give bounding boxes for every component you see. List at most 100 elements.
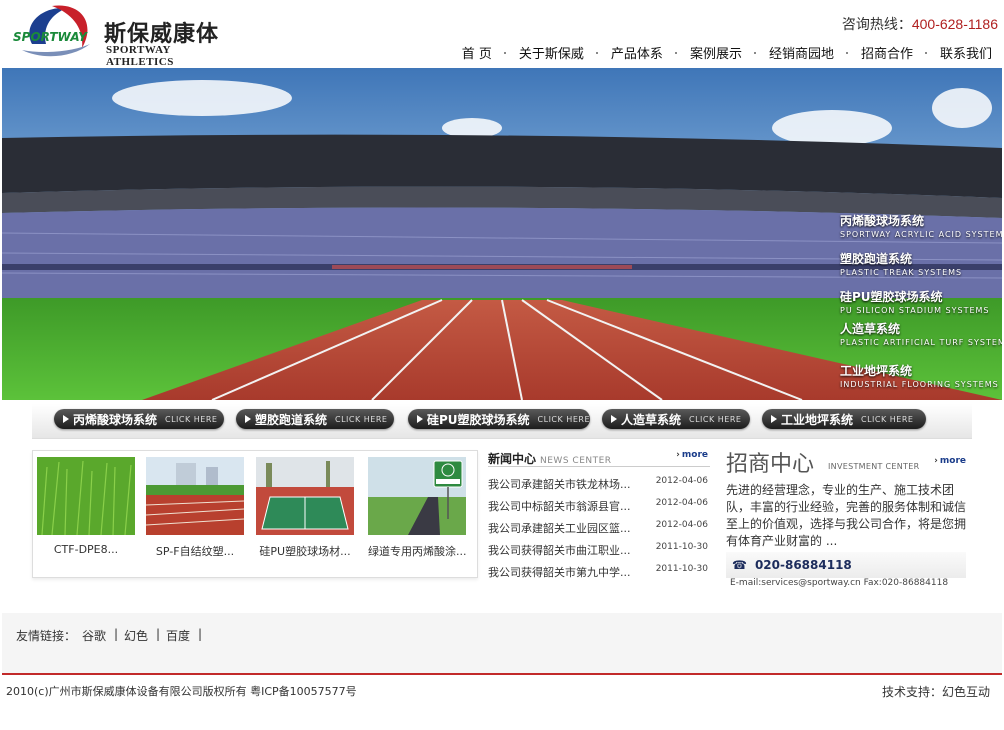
invest-title: 招商中心 [726,452,815,477]
banner-item-en: PU SILICON STADIUM SYSTEMS [840,306,990,315]
news-item-date: 2012-04-06 [655,476,708,486]
pill-pu-button[interactable]: 硅PU塑胶球场系统 CLICK HERE [408,409,590,429]
news-title-cn: 新闻中心 [488,452,537,466]
banner-item-cn: 丙烯酸球场系统 [840,214,925,228]
nav-separator [924,51,928,54]
news-item-date: 2012-04-06 [655,498,708,508]
court-thumbnail [256,457,354,535]
nav-separator [753,51,757,54]
banner-item-en: PLASTIC TREAK SYSTEMS [840,268,963,277]
friendly-links: 友情链接： 谷歌 | 幻色 | 百度 | [2,613,1002,673]
copyright-text: 2010(c)广州市斯保威康体设备有限公司版权所有 粤ICP备10057577号 [6,685,357,698]
banner-item-flooring[interactable]: 工业地坪系统 INDUSTRIAL FLOORING SYSTEMS [840,362,999,389]
product-caption: SP-F自结纹塑... [155,545,235,558]
nav-about[interactable]: 关于斯保威 [519,43,584,62]
invest-description: 先进的经营理念，专业的生产、施工技术团队，丰富的行业经验，完善的服务体制和诚信至… [726,483,967,548]
banner-item-turf[interactable]: 人造草系统 PLASTIC ARTIFICIAL TURF SYSTEMS [840,320,1002,347]
pill-label: 硅PU塑胶球场系统 [427,412,530,427]
product-item[interactable]: SP-F自结纹塑... [146,457,244,559]
banner-item-en: INDUSTRIAL FLOORING SYSTEMS [840,380,999,389]
hotline: 咨询热线：400-628-1186 [842,14,998,34]
footer-divider [2,673,1002,675]
investment-center: 招商中心 INVESTMENT CENTER more 先进的经营理念，专业的生… [724,444,968,594]
nav-separator [595,51,599,54]
nav-separator [674,51,678,54]
product-caption: 绿道专用丙烯酸涂... [368,545,467,558]
logo-swoosh-icon: SPORTWAY [13,5,90,57]
hotline-label: 咨询热线： [841,17,912,33]
news-title-en: NEWS CENTER [540,456,612,466]
news-item-title: 我公司中标韶关市翁源县官... [488,500,631,513]
pill-label: 工业地坪系统 [781,412,854,427]
click-here-label: CLICK HERE [537,414,590,424]
banner-item-acrylic[interactable]: 丙烯酸球场系统 SPORTWAY ACRYLIC ACID SYSTEMS [840,212,1002,239]
site-header: SPORTWAY 斯保威康体 SPORTWAY ATHLETICS 咨询热线：4… [0,0,1004,68]
arrow-right-icon [245,415,251,423]
invest-phone-number: 020-86884118 [754,558,852,572]
link-baidu[interactable]: 百度 [166,627,190,644]
pill-turf-button[interactable]: 人造草系统 CLICK HERE [602,409,750,429]
pill-track-button[interactable]: 塑胶跑道系统 CLICK HERE [236,409,394,429]
greenway-thumbnail [368,457,466,535]
pill-acrylic-button[interactable]: 丙烯酸球场系统 CLICK HERE [54,409,224,429]
track-thumbnail [146,457,244,535]
banner-item-cn: 硅PU塑胶球场系统 [840,290,943,304]
product-caption: CTF-DPE8... [53,543,119,556]
turf-thumbnail [37,457,135,535]
nav-cases[interactable]: 案例展示 [690,43,742,62]
brand-name-en: SPORTWAY ATHLETICS [106,44,174,68]
link-separator: | [114,627,119,641]
links-label: 友情链接： [16,629,77,643]
news-item-date: 2012-04-06 [655,520,708,530]
nav-invest[interactable]: 招商合作 [861,43,913,62]
link-huanse[interactable]: 幻色 [124,627,148,644]
invest-title-en: INVESTMENT CENTER [828,462,920,471]
logo-text: SPORTWAY [13,30,88,44]
arrow-right-icon [63,415,69,423]
banner-item-pu[interactable]: 硅PU塑胶球场系统 PU SILICON STADIUM SYSTEMS [840,288,990,315]
arrow-right-icon [611,415,617,423]
link-separator: | [156,627,161,641]
news-divider [488,466,710,467]
banner-item-cn: 塑胶跑道系统 [840,252,913,266]
news-item-date: 2011-10-30 [655,542,708,552]
product-item[interactable]: CTF-DPE8... [37,457,135,556]
invest-more-link[interactable]: more [934,456,966,466]
product-item[interactable]: 硅PU塑胶球场材... [256,457,354,559]
nav-home[interactable]: 首 页 [462,43,492,62]
news-item-date: 2011-10-30 [655,564,708,574]
product-thumbnails: CTF-DPE8... SP-F自结纹塑... 硅PU塑胶球场材... 绿道专用… [32,450,478,578]
news-title: 新闻中心 NEWS CENTER [488,450,612,467]
news-item-title: 我公司获得韶关市第九中学... [488,566,631,579]
pill-label: 丙烯酸球场系统 [73,412,158,427]
hotline-number: 400-628-1186 [911,16,998,32]
banner-item-track[interactable]: 塑胶跑道系统 PLASTIC TREAK SYSTEMS [840,250,962,277]
main-nav: 首 页 关于斯保威 产品体系 案例展示 经销商园地 招商合作 联系我们 [462,43,992,62]
system-buttons-bar: 丙烯酸球场系统 CLICK HERE 塑胶跑道系统 CLICK HERE 硅PU… [32,404,972,439]
link-separator: | [198,627,203,641]
banner-item-cn: 工业地坪系统 [840,364,913,378]
nav-contact[interactable]: 联系我们 [940,43,992,62]
click-here-label: CLICK HERE [165,414,218,424]
news-center: 新闻中心NEWS CENTER more 我公司承建韶关市铁龙林场... 201… [488,446,710,586]
link-google[interactable]: 谷歌 [82,627,106,644]
nav-products[interactable]: 产品体系 [611,43,663,62]
nav-dealers[interactable]: 经销商园地 [769,43,834,62]
pill-label: 塑胶跑道系统 [255,412,328,427]
arrow-right-icon [771,415,777,423]
news-more-link[interactable]: more [676,450,708,460]
click-here-label: CLICK HERE [689,414,742,424]
hero-banner: 丙烯酸球场系统 SPORTWAY ACRYLIC ACID SYSTEMS 塑胶… [2,68,1002,400]
logo[interactable]: SPORTWAY 斯保威康体 SPORTWAY ATHLETICS [10,4,220,68]
invest-phone: ☎ 020-86884118 [732,558,852,572]
product-caption: 硅PU塑胶球场材... [259,545,351,558]
pill-flooring-button[interactable]: 工业地坪系统 CLICK HERE [762,409,926,429]
banner-item-cn: 人造草系统 [840,322,901,336]
news-item-title: 我公司获得韶关市曲江职业... [488,544,631,557]
product-item[interactable]: 绿道专用丙烯酸涂... [368,457,467,559]
banner-item-en: SPORTWAY ACRYLIC ACID SYSTEMS [840,230,1002,239]
tech-support-text[interactable]: 技术支持：幻色互动 [882,683,990,700]
nav-separator [845,51,849,54]
news-item-title: 我公司承建韶关市铁龙林场... [488,478,631,491]
news-item-title: 我公司承建韶关工业园区篮... [488,522,631,535]
